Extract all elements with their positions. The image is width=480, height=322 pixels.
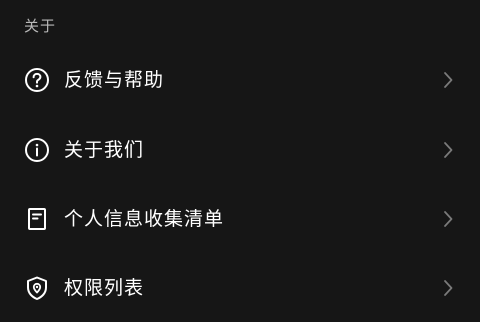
chevron-right-icon (444, 72, 453, 88)
section-title: 关于 (24, 17, 57, 35)
menu-item-permission-list[interactable]: 权限列表 (0, 254, 480, 322)
menu-item-label: 反馈与帮助 (64, 69, 165, 91)
chevron-right-icon (444, 211, 453, 227)
menu-item-personal-info-list[interactable]: 个人信息收集清单 (0, 185, 480, 253)
shield-location-icon (27, 276, 47, 300)
menu-item-label: 权限列表 (64, 277, 145, 299)
document-icon (28, 208, 46, 230)
menu-item-feedback-help[interactable]: 反馈与帮助 (0, 46, 480, 114)
menu-item-label: 关于我们 (64, 139, 145, 161)
menu-item-about-us[interactable]: 关于我们 (0, 116, 480, 184)
question-circle-icon (25, 68, 49, 92)
menu-item-label: 个人信息收集清单 (64, 208, 225, 230)
chevron-right-icon (444, 142, 453, 158)
chevron-right-icon (444, 280, 453, 296)
info-circle-icon (25, 138, 49, 162)
